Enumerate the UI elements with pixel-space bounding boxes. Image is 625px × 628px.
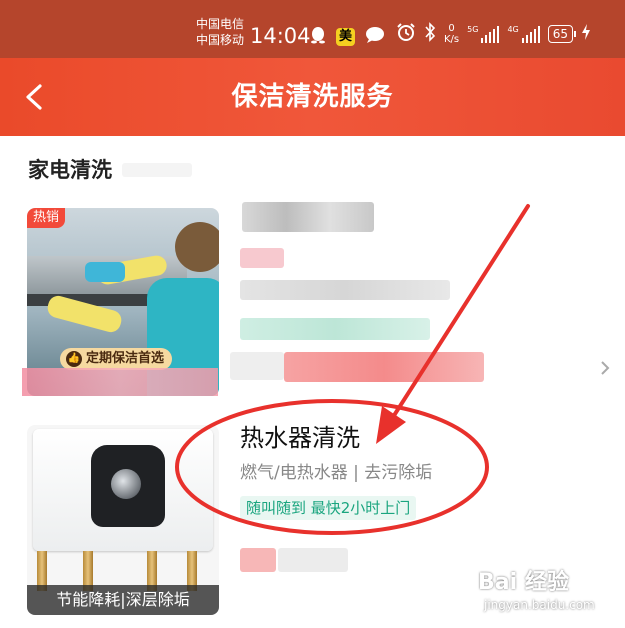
cloth-illustration bbox=[85, 262, 125, 282]
chevron-right-icon[interactable] bbox=[598, 358, 612, 378]
qq-icon bbox=[310, 26, 326, 48]
signal-5g-label: 5G bbox=[467, 25, 479, 34]
status-time: 14:04 bbox=[250, 24, 311, 48]
heater-knob bbox=[111, 469, 141, 499]
status-bar: 中国电信 中国移动 14:04 美 0 K/s 5G 4G 65 bbox=[0, 0, 625, 58]
promo-badge-label: 定期保洁首选 bbox=[86, 351, 165, 366]
blurred-region bbox=[122, 163, 192, 177]
promo-badge: 👍 定期保洁首选 bbox=[60, 348, 173, 370]
chat-bubble-icon bbox=[365, 26, 385, 48]
blurred-region bbox=[22, 368, 218, 396]
blurred-region bbox=[240, 548, 276, 572]
carrier-info: 中国电信 中国移动 bbox=[196, 16, 244, 48]
signal-5g-icon: 5G bbox=[467, 25, 500, 43]
alarm-icon bbox=[396, 22, 416, 46]
nav-bar: 保洁清洗服务 bbox=[0, 58, 625, 136]
battery-indicator: 65 bbox=[547, 25, 577, 43]
signal-4g-icon: 4G bbox=[507, 25, 540, 43]
image-caption: 节能降耗|深层除垢 bbox=[27, 585, 219, 615]
net-speed-unit: K/s bbox=[444, 34, 460, 45]
signal-4g-label: 4G bbox=[507, 25, 519, 34]
net-speed-value: 0 bbox=[448, 23, 455, 34]
baidu-jingyan-watermark: Bai 经验 jingyan.baidu.com bbox=[478, 560, 618, 620]
blurred-region bbox=[240, 248, 284, 268]
blurred-region bbox=[230, 352, 284, 380]
watermark-domain: jingyan.baidu.com bbox=[484, 598, 595, 612]
watermark-brand: Bai 经验 bbox=[478, 570, 569, 595]
meituan-icon: 美 bbox=[336, 28, 356, 46]
blurred-region bbox=[278, 548, 348, 572]
hot-sale-badge: 热销 bbox=[27, 208, 66, 228]
blurred-region bbox=[242, 202, 374, 232]
annotation-arrow bbox=[376, 204, 530, 444]
net-speed: 0 K/s bbox=[444, 23, 459, 45]
charging-icon bbox=[581, 23, 591, 45]
section-title: 家电清洗 bbox=[28, 158, 112, 182]
system-icons: 0 K/s 5G 4G 65 bbox=[396, 22, 591, 46]
thumbs-up-icon: 👍 bbox=[66, 351, 82, 367]
worker-head bbox=[175, 222, 219, 272]
carrier-2: 中国移动 bbox=[196, 33, 245, 47]
bluetooth-icon bbox=[424, 22, 436, 46]
carrier-1: 中国电信 bbox=[196, 17, 245, 31]
page-title: 保洁清洗服务 bbox=[231, 82, 394, 112]
notification-icons: 美 bbox=[310, 26, 385, 48]
